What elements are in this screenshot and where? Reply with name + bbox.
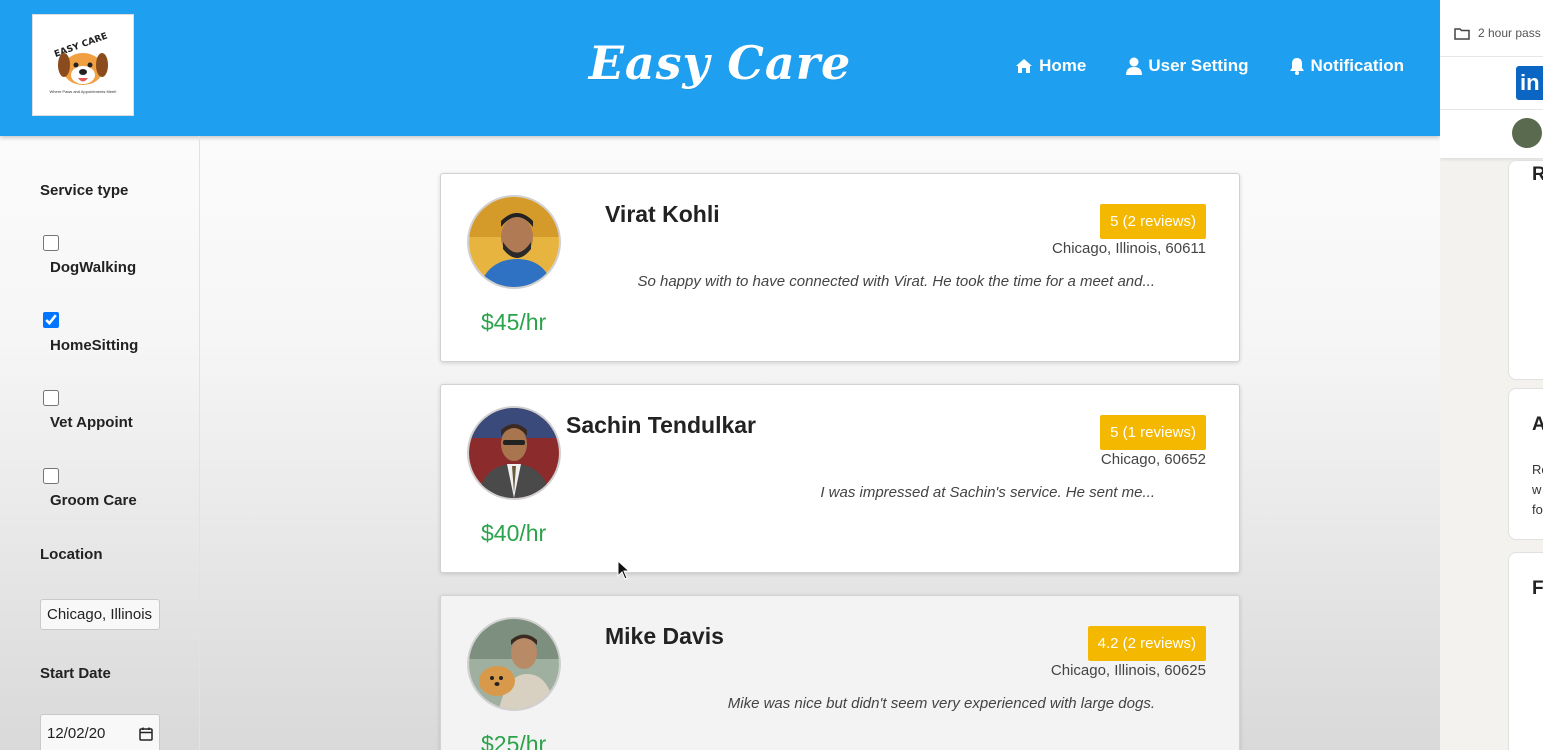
start-date-heading: Start Date	[40, 665, 111, 682]
hourly-price: $40/hr	[481, 520, 547, 546]
brand-title: Easy Care	[588, 36, 852, 90]
service-checkbox-homesitting[interactable]	[43, 312, 59, 328]
side-card-letter: R	[1532, 164, 1543, 185]
rating-badge: 5 (1 reviews)	[1100, 415, 1206, 450]
avatar	[467, 406, 561, 500]
side-card	[1508, 160, 1543, 380]
main-nav: Home User Setting Notification	[1015, 56, 1404, 76]
service-type-heading: Service type	[40, 182, 129, 199]
caregiver-name[interactable]: Virat Kohli	[605, 201, 720, 228]
filter-sidebar: Service type DogWalking HomeSitting Vet …	[0, 136, 200, 750]
caregiver-card[interactable]: $45/hr Virat Kohli 5 (2 reviews) Chicago…	[440, 173, 1240, 362]
service-label-groom-care: Groom Care	[50, 492, 137, 509]
side-card-letter: F	[1532, 578, 1543, 599]
bell-icon	[1289, 58, 1304, 75]
service-checkbox-vet-appoint[interactable]	[43, 390, 59, 406]
easy-care-app: EASY CARE Where Paws and Appointments Me…	[0, 0, 1440, 750]
user-icon	[1126, 57, 1143, 75]
profile-avatar[interactable]	[1512, 118, 1542, 148]
folder-icon	[1454, 27, 1470, 40]
caregiver-card[interactable]: $25/hr Mike Davis 4.2 (2 reviews) Chicag…	[440, 595, 1240, 750]
bookmark-label: 2 hour pass	[1478, 26, 1541, 40]
side-card-text: fo	[1532, 502, 1543, 517]
avatar	[467, 195, 561, 289]
service-label-vet-appoint: Vet Appoint	[50, 414, 133, 431]
side-browser-panel: 2 hour pass in R A Re w fo F	[1440, 0, 1543, 750]
hourly-price: $25/hr	[481, 731, 547, 750]
side-card-text: w	[1532, 482, 1542, 497]
top-header: EASY CARE Where Paws and Appointments Me…	[0, 0, 1440, 136]
caregiver-card[interactable]: $40/hr Sachin Tendulkar 5 (1 reviews) Ch…	[440, 384, 1240, 573]
start-date-input[interactable]: 12/02/20	[40, 714, 160, 750]
service-label-homesitting: HomeSitting	[50, 337, 139, 354]
location-input[interactable]: Chicago, Illinois	[40, 599, 160, 630]
start-date-value: 12/02/20	[47, 725, 106, 742]
side-card-text: Re	[1532, 462, 1543, 477]
nav-home[interactable]: Home	[1015, 56, 1086, 76]
nav-notification[interactable]: Notification	[1289, 56, 1405, 76]
service-label-dogwalking: DogWalking	[50, 259, 137, 276]
rating-badge: 4.2 (2 reviews)	[1087, 626, 1206, 661]
logo-tagline: Where Paws and Appointments Meet!	[49, 89, 117, 94]
mouse-cursor-icon	[617, 560, 631, 580]
caregiver-location: Chicago, Illinois, 60625	[1050, 662, 1206, 679]
easy-care-logo[interactable]: EASY CARE Where Paws and Appointments Me…	[32, 14, 134, 116]
linkedin-logo[interactable]: in	[1516, 66, 1543, 100]
location-heading: Location	[40, 546, 103, 563]
review-snippet: So happy with to have connected with Vir…	[637, 273, 1155, 290]
home-icon	[1016, 59, 1033, 73]
side-card-letter: A	[1532, 414, 1543, 435]
divider	[1440, 109, 1543, 110]
caregiver-location: Chicago, Illinois, 60611	[1052, 240, 1206, 257]
caregiver-name[interactable]: Mike Davis	[605, 623, 724, 650]
avatar	[467, 617, 561, 711]
bookmark-item[interactable]: 2 hour pass	[1454, 26, 1541, 40]
service-checkbox-dogwalking[interactable]	[43, 235, 59, 251]
nav-notification-label: Notification	[1310, 56, 1405, 75]
divider	[1440, 56, 1543, 57]
caregiver-location: Chicago, 60652	[1100, 451, 1206, 468]
nav-user-setting[interactable]: User Setting	[1126, 56, 1249, 76]
service-checkbox-groom-care[interactable]	[43, 468, 59, 484]
review-snippet: Mike was nice but didn't seem very exper…	[727, 695, 1155, 712]
nav-user-setting-label: User Setting	[1148, 56, 1249, 75]
dog-logo-icon: EASY CARE	[53, 31, 109, 85]
rating-badge: 5 (2 reviews)	[1100, 204, 1206, 239]
hourly-price: $45/hr	[481, 309, 547, 335]
nav-home-label: Home	[1039, 56, 1087, 75]
side-browser-header: 2 hour pass in	[1440, 0, 1543, 158]
caregiver-name[interactable]: Sachin Tendulkar	[566, 412, 756, 439]
review-snippet: I was impressed at Sachin's service. He …	[820, 484, 1155, 501]
calendar-icon[interactable]	[139, 727, 153, 741]
